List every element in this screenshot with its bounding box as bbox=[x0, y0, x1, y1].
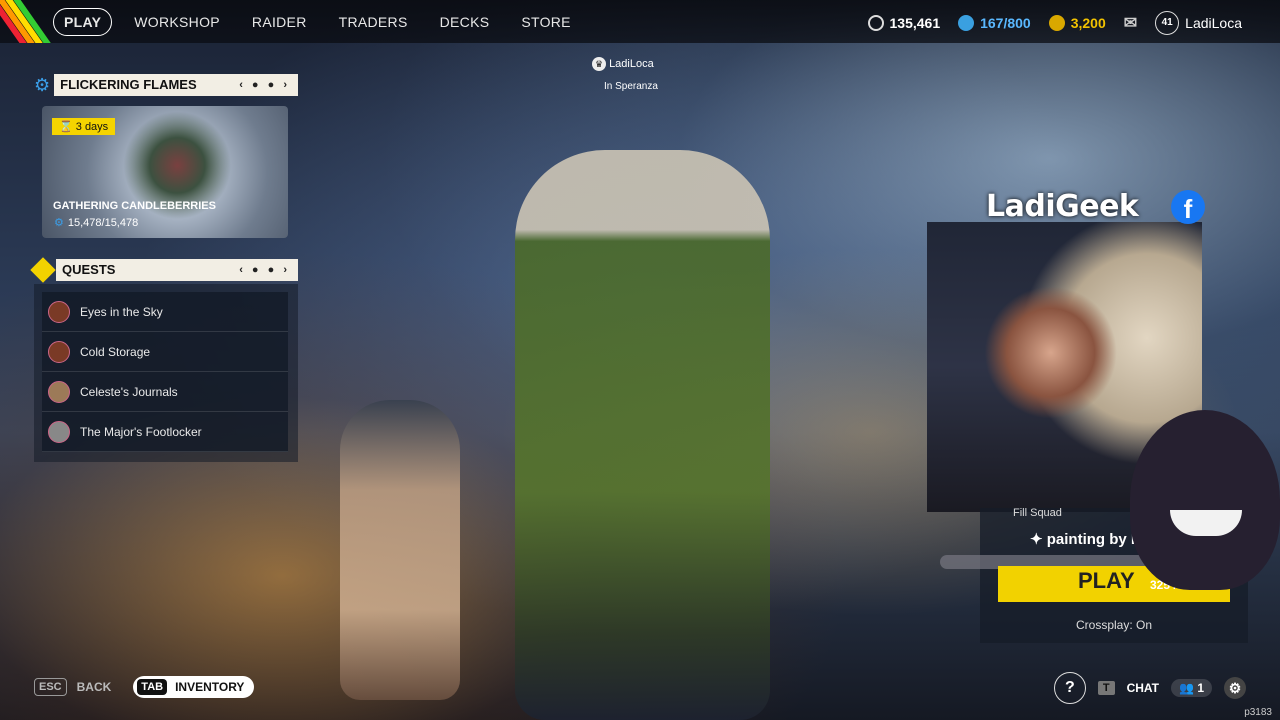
main-nav: PLAY WORKSHOP RAIDER TRADERS DECKS STORE bbox=[53, 8, 587, 36]
event-pager[interactable]: ‹ ● ● › bbox=[239, 74, 290, 96]
watermark: p3183 bbox=[1244, 707, 1272, 718]
quest-giver-avatar bbox=[48, 340, 70, 363]
event-card[interactable]: ⌛ 3 days GATHERING CANDLEBERRIES ⚙ 15,47… bbox=[42, 106, 288, 238]
fill-squad[interactable]: Fill Squad bbox=[1013, 507, 1062, 519]
squad-button[interactable]: 👥 1 bbox=[1171, 679, 1212, 697]
credits-value: 135,461 bbox=[889, 15, 941, 31]
bottom-controls: ESC BACK TAB INVENTORY bbox=[34, 676, 255, 698]
quests-title: QUESTS ‹ ● ● › bbox=[56, 259, 298, 281]
back-label[interactable]: BACK bbox=[77, 680, 112, 694]
nav-play[interactable]: PLAY bbox=[53, 8, 113, 36]
settings-icon[interactable]: ⚙ bbox=[1224, 677, 1246, 699]
quest-item[interactable]: The Major's Footlocker bbox=[42, 412, 288, 452]
event-title: FLICKERING FLAMES ‹ ● ● › bbox=[54, 74, 298, 96]
quest-giver-avatar bbox=[48, 380, 70, 403]
quest-item[interactable]: Cold Storage bbox=[42, 332, 288, 372]
event-days: 3 days bbox=[75, 121, 109, 133]
quests-header: QUESTS ‹ ● ● › bbox=[30, 257, 298, 283]
quest-giver-avatar bbox=[48, 420, 70, 443]
player-location: In Speranza bbox=[604, 81, 658, 92]
nav-store[interactable]: STORE bbox=[505, 9, 586, 35]
top-bar: PLAY WORKSHOP RAIDER TRADERS DECKS STORE… bbox=[0, 0, 1280, 43]
facebook-icon: f bbox=[1171, 190, 1205, 224]
credits-stat: 135,461 bbox=[867, 15, 941, 31]
event-name: GATHERING CANDLEBERRIES bbox=[53, 200, 216, 212]
squad-count: 1 bbox=[1197, 681, 1204, 695]
nav-decks[interactable]: DECKS bbox=[424, 9, 506, 35]
coins-value: 3,200 bbox=[1070, 15, 1106, 31]
player-tag: ♛ LadiLoca bbox=[592, 57, 654, 71]
quest-label: Eyes in the Sky bbox=[80, 304, 163, 319]
statue bbox=[340, 400, 460, 700]
streamer-name: LadiGeek bbox=[986, 189, 1139, 224]
help-icon[interactable]: ? bbox=[1053, 672, 1086, 704]
inventory-button[interactable]: TAB INVENTORY bbox=[133, 676, 255, 698]
player-name: LadiLoca bbox=[609, 58, 654, 70]
rainbow-corner bbox=[0, 0, 60, 43]
gear-icon: ⚙ bbox=[54, 217, 64, 229]
currency-bar: 135,461 167/800 3,200 ✉ 41 LadiLoca bbox=[867, 11, 1242, 35]
nav-workshop[interactable]: WORKSHOP bbox=[118, 9, 236, 35]
nav-raider[interactable]: RAIDER bbox=[236, 9, 323, 35]
chat-key: T bbox=[1097, 681, 1115, 695]
sparkle-icon: ✦ bbox=[1030, 531, 1047, 548]
bottom-right-controls: ? T CHAT 👥 1 ⚙ bbox=[1053, 672, 1246, 704]
tab-key: TAB bbox=[137, 679, 168, 695]
quest-label: Celeste's Journals bbox=[80, 384, 178, 399]
tokens-stat: 167/800 bbox=[958, 15, 1031, 31]
coins-stat: 3,200 bbox=[1048, 15, 1106, 31]
tokens-value: 167/800 bbox=[980, 15, 1031, 31]
event-header: ⚙ FLICKERING FLAMES ‹ ● ● › bbox=[34, 74, 298, 96]
ghost-grin bbox=[1170, 510, 1242, 536]
level-badge: 41 bbox=[1155, 11, 1180, 35]
quest-icon bbox=[30, 257, 56, 283]
quest-item[interactable]: Celeste's Journals bbox=[42, 372, 288, 412]
crossplay-status: Crossplay: On bbox=[1076, 618, 1153, 632]
quest-giver-avatar bbox=[48, 300, 70, 323]
chat-label[interactable]: CHAT bbox=[1127, 681, 1159, 695]
nav-traders[interactable]: TRADERS bbox=[323, 9, 424, 35]
profile-name: LadiLoca bbox=[1185, 15, 1242, 31]
credits-icon bbox=[867, 15, 884, 31]
profile[interactable]: 41 LadiLoca bbox=[1155, 11, 1242, 35]
event-title-text: FLICKERING FLAMES bbox=[60, 77, 197, 92]
gear-icon: ⚙ bbox=[34, 74, 51, 96]
coins-icon bbox=[1048, 15, 1065, 31]
tokens-icon bbox=[958, 15, 975, 31]
play-button-label: PLAY bbox=[1078, 568, 1135, 593]
quests-title-text: QUESTS bbox=[62, 262, 116, 277]
event-days-badge: ⌛ 3 days bbox=[52, 118, 116, 135]
quest-label: Cold Storage bbox=[80, 344, 151, 359]
quests-pager[interactable]: ‹ ● ● › bbox=[239, 259, 290, 281]
quest-list: Eyes in the Sky Cold Storage Celeste's J… bbox=[42, 292, 288, 452]
ghost-mascot bbox=[1130, 410, 1280, 590]
event-progress: ⚙ 15,478/15,478 bbox=[54, 216, 139, 230]
esc-key[interactable]: ESC bbox=[34, 678, 67, 696]
player-character bbox=[515, 150, 770, 720]
quest-label: The Major's Footlocker bbox=[80, 424, 202, 439]
quest-item[interactable]: Eyes in the Sky bbox=[42, 292, 288, 332]
event-progress-value: 15,478/15,478 bbox=[67, 216, 139, 229]
users-icon: 👥 bbox=[1179, 681, 1194, 695]
mail-icon[interactable]: ✉ bbox=[1124, 13, 1137, 33]
crown-icon: ♛ bbox=[592, 57, 606, 71]
inventory-label: INVENTORY bbox=[175, 680, 245, 694]
